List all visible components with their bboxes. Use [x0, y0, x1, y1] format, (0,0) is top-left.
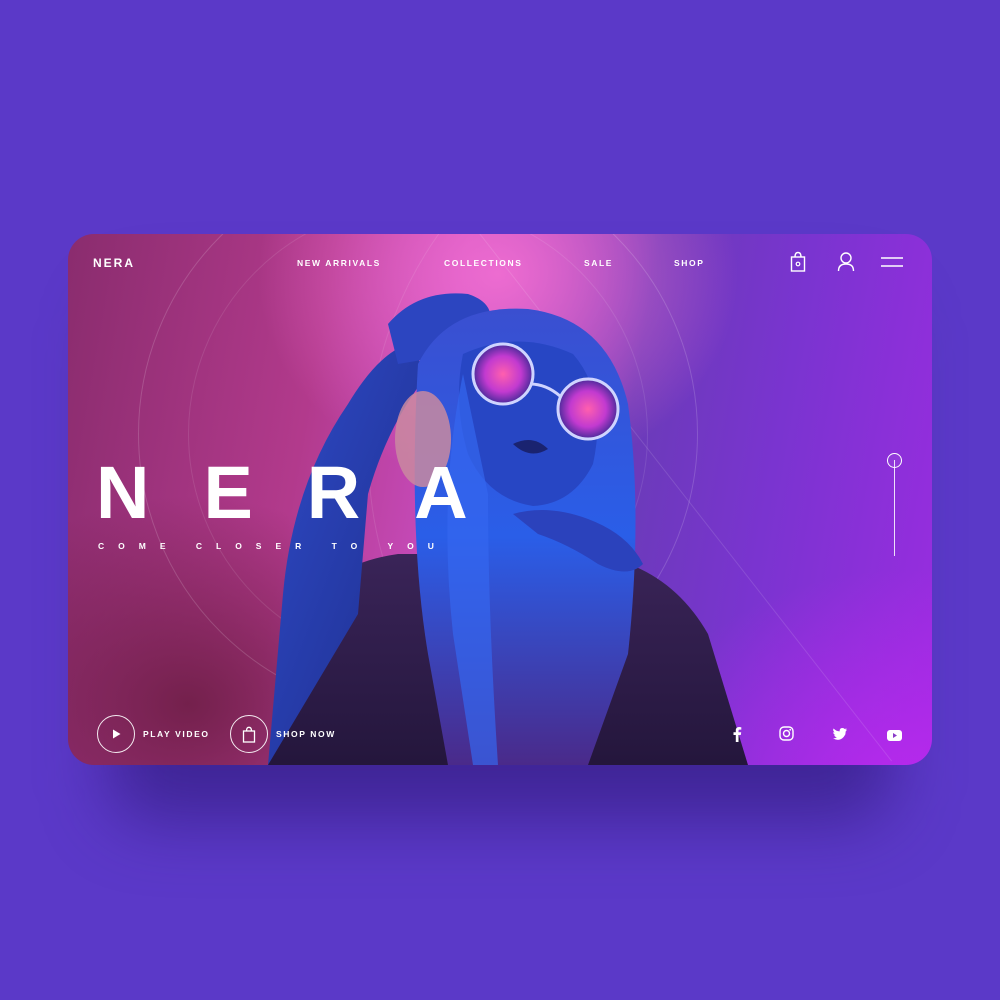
- twitter-icon[interactable]: [833, 728, 847, 740]
- user-icon[interactable]: [837, 251, 855, 273]
- nav-sale[interactable]: SALE: [584, 258, 613, 268]
- facebook-icon[interactable]: [732, 726, 742, 742]
- brand-logo[interactable]: NERA: [93, 256, 135, 270]
- shop-now-button[interactable]: SHOP NOW: [230, 715, 336, 753]
- play-video-label: PLAY VIDEO: [143, 729, 210, 739]
- hero-title: NERA: [96, 451, 522, 534]
- nav-shop[interactable]: SHOP: [674, 258, 705, 268]
- shopping-bag-icon[interactable]: [790, 251, 806, 273]
- play-circle: [97, 715, 135, 753]
- youtube-icon[interactable]: [887, 730, 902, 741]
- shop-now-label: SHOP NOW: [276, 729, 336, 739]
- menu-icon[interactable]: [881, 256, 903, 268]
- instagram-icon[interactable]: [779, 726, 794, 741]
- hero-card: NERA NEW ARRIVALS COLLECTIONS SALE SHOP …: [68, 234, 932, 765]
- play-video-button[interactable]: PLAY VIDEO: [97, 715, 210, 753]
- hero-subtitle: COME CLOSER TO YOU: [98, 541, 448, 551]
- slide-indicator-track: [894, 460, 895, 556]
- shop-circle: [230, 715, 268, 753]
- play-icon: [113, 729, 121, 739]
- slide-indicator-knob[interactable]: [887, 453, 902, 468]
- nav-new-arrivals[interactable]: NEW ARRIVALS: [297, 258, 381, 268]
- shopping-bag-icon: [242, 726, 256, 743]
- nav-collections[interactable]: COLLECTIONS: [444, 258, 523, 268]
